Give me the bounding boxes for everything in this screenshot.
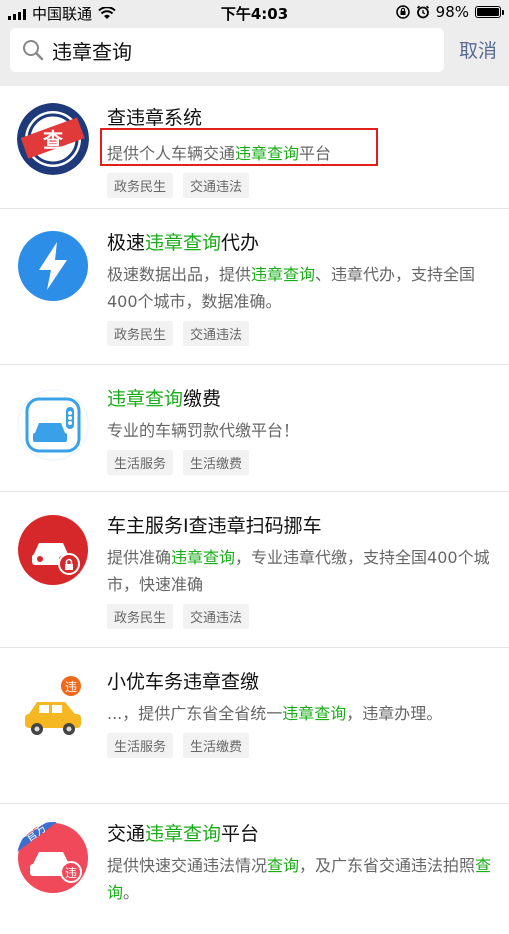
tag: 生活缴费 bbox=[183, 733, 250, 758]
app-logo-car-traffic bbox=[17, 389, 89, 461]
result-title: 极速违章查询代办 bbox=[107, 232, 260, 254]
app-logo-yellow-car: 违 bbox=[17, 674, 89, 746]
tag: 交通违法 bbox=[183, 173, 250, 198]
tag: 交通违法 bbox=[183, 604, 250, 629]
list-item[interactable]: 查 查违章系统 提供个人车辆交通违章查询平台 政务民生 交通违法 bbox=[0, 86, 509, 209]
lock-rotation-icon bbox=[395, 5, 410, 19]
result-desc: 极速数据出品，提供违章查询、违章代办，支持全国400个城市，数据准确。 bbox=[107, 265, 476, 311]
app-logo-official-car: 官方 违 bbox=[17, 822, 89, 894]
list-item[interactable]: 车主服务I查违章扫码挪车 提供准确违章查询，专业违章代缴，支持全国400个城市，… bbox=[0, 492, 509, 648]
status-bar: 中国联通 下午4:03 98% bbox=[0, 0, 509, 24]
battery-percent: 98% bbox=[435, 3, 469, 21]
logo-char: 违 bbox=[65, 866, 77, 880]
tag: 生活服务 bbox=[107, 733, 174, 758]
result-desc: ...，提供广东省全省统一违章查询，违章办理。 bbox=[107, 704, 443, 723]
app-logo-red-car bbox=[17, 514, 89, 586]
cancel-button[interactable]: 取消 bbox=[459, 36, 497, 63]
list-item[interactable]: 违 小优车务违章查缴 ...，提供广东省全省统一违章查询，违章办理。 生活服务 … bbox=[0, 648, 509, 804]
app-logo-lightning bbox=[17, 230, 89, 302]
tag: 交通违法 bbox=[183, 321, 250, 346]
tag: 生活服务 bbox=[107, 450, 174, 475]
search-bar bbox=[10, 28, 444, 72]
list-item[interactable]: 违章查询缴费 专业的车辆罚款代缴平台！ 生活服务 生活缴费 bbox=[0, 365, 509, 492]
list-item[interactable]: 官方 违 交通违章查询平台 提供快速交通违法情况查询，及广东省交通违法拍照查询。 bbox=[0, 804, 509, 934]
result-desc: 提供准确违章查询，专业违章代缴，支持全国400个城市，快速准确 bbox=[107, 548, 490, 594]
battery-icon bbox=[475, 6, 504, 18]
search-icon bbox=[23, 40, 44, 61]
highlight-box bbox=[100, 128, 378, 166]
tag: 政务民生 bbox=[107, 173, 174, 198]
logo-char: 违 bbox=[65, 680, 77, 694]
alarm-icon bbox=[416, 5, 429, 19]
results-list: 查 查违章系统 提供个人车辆交通违章查询平台 政务民生 交通违法 极速违章查询代… bbox=[0, 86, 509, 934]
tag: 政务民生 bbox=[107, 321, 174, 346]
result-desc: 提供快速交通违法情况查询，及广东省交通违法拍照查询。 bbox=[107, 856, 492, 902]
search-input[interactable] bbox=[50, 37, 434, 63]
tag: 生活缴费 bbox=[183, 450, 250, 475]
result-title: 车主服务I查违章扫码挪车 bbox=[107, 515, 322, 537]
tag: 政务民生 bbox=[107, 604, 174, 629]
result-title: 违章查询缴费 bbox=[107, 388, 222, 410]
result-desc: 专业的车辆罚款代缴平台！ bbox=[107, 421, 300, 440]
result-title: 小优车务违章查缴 bbox=[107, 671, 260, 693]
list-item[interactable]: 极速违章查询代办 极速数据出品，提供违章查询、违章代办，支持全国400个城市，数… bbox=[0, 209, 509, 365]
result-title: 交通违章查询平台 bbox=[107, 823, 260, 845]
app-logo-cha: 查 bbox=[17, 103, 89, 175]
logo-char: 查 bbox=[43, 128, 63, 152]
